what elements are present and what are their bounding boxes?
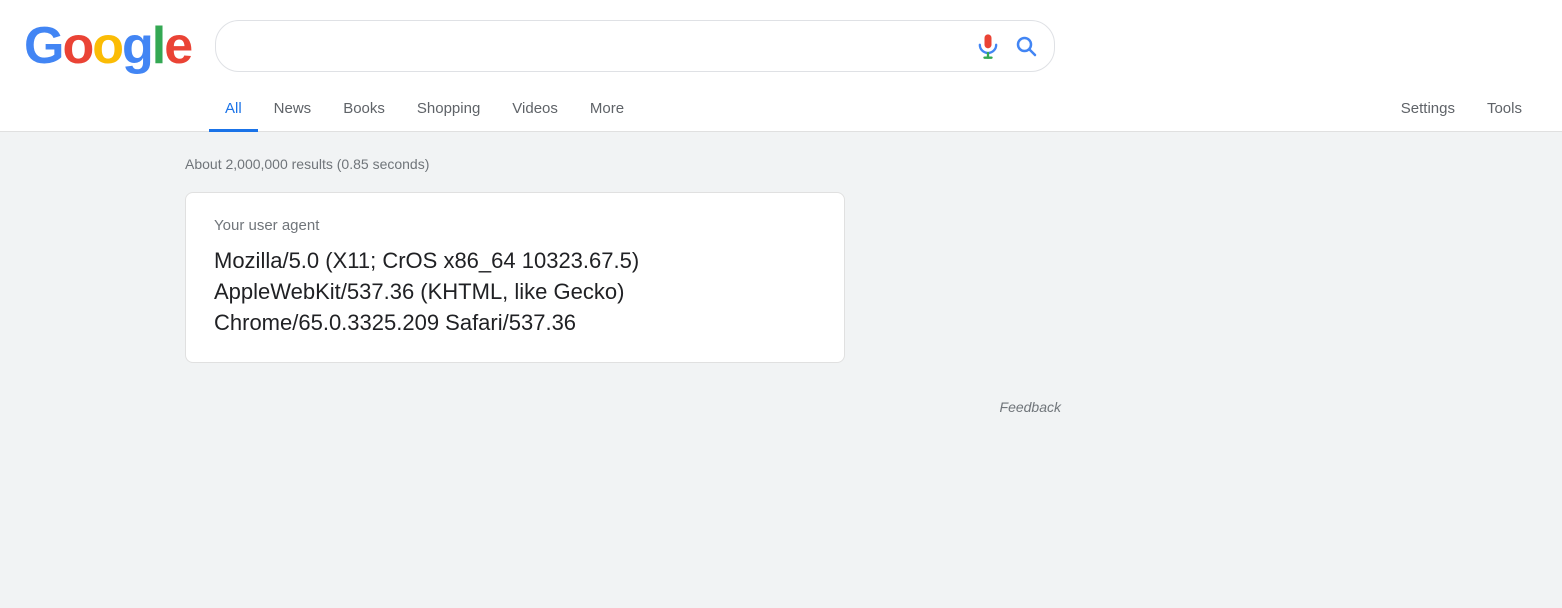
logo-letter-o1: o (62, 16, 92, 76)
feedback-link[interactable]: Feedback (1000, 399, 1061, 415)
user-agent-card: Your user agent Mozilla/5.0 (X11; CrOS x… (185, 192, 845, 363)
google-logo[interactable]: Google (24, 16, 191, 76)
mic-button[interactable] (974, 32, 1002, 60)
feedback-area: Feedback (185, 387, 1085, 427)
results-count: About 2,000,000 results (0.85 seconds) (185, 156, 876, 172)
user-agent-value: Mozilla/5.0 (X11; CrOS x86_64 10323.67.5… (214, 246, 816, 338)
logo-letter-g: G (24, 16, 62, 76)
search-icon (1014, 34, 1038, 58)
logo-letter-o2: o (92, 16, 122, 76)
tab-more[interactable]: More (574, 88, 640, 132)
nav-right: Settings Tools (1385, 88, 1538, 131)
tab-settings[interactable]: Settings (1385, 88, 1471, 132)
header: Google what is my user agent (0, 0, 1562, 132)
search-input[interactable]: what is my user agent (232, 36, 974, 57)
tab-books[interactable]: Books (327, 88, 401, 132)
search-button[interactable] (1014, 34, 1038, 58)
card-label: Your user agent (214, 217, 816, 234)
tab-all[interactable]: All (209, 88, 258, 132)
nav-tabs: All News Books Shopping Videos More (209, 88, 640, 131)
tab-news[interactable]: News (258, 88, 328, 132)
main-content: About 2,000,000 results (0.85 seconds) Y… (0, 132, 900, 387)
tab-shopping[interactable]: Shopping (401, 88, 496, 132)
tab-videos[interactable]: Videos (496, 88, 574, 132)
logo-letter-g2: g (122, 16, 152, 76)
nav-bar: All News Books Shopping Videos More Sett… (24, 88, 1538, 131)
header-top: Google what is my user agent (24, 16, 1538, 76)
logo-letter-e: e (164, 16, 191, 76)
search-icons (974, 32, 1038, 60)
logo-letter-l: l (152, 16, 164, 76)
mic-icon (974, 32, 1002, 60)
tab-tools[interactable]: Tools (1471, 88, 1538, 132)
search-bar: what is my user agent (215, 20, 1055, 72)
